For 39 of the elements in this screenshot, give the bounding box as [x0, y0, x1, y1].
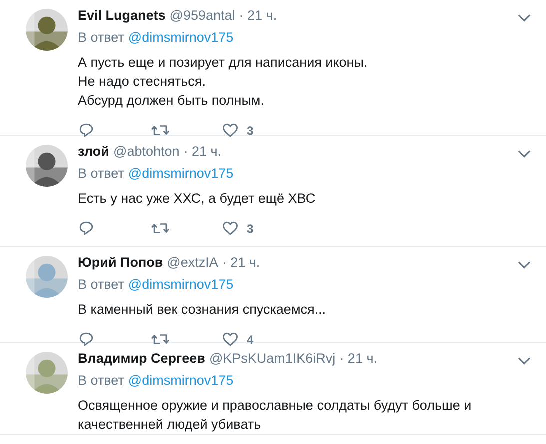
timestamp[interactable]: · 21 ч. — [222, 255, 260, 270]
mention-link[interactable]: @dimsmirnov175 — [128, 373, 234, 388]
tweet-text: Абсурд должен быть полным. — [78, 92, 266, 110]
chevron-icon[interactable] — [518, 357, 531, 365]
heart-icon[interactable] — [222, 220, 239, 237]
heart-icon[interactable] — [222, 331, 239, 348]
timestamp[interactable]: · 21 ч. — [340, 351, 378, 366]
user-handle[interactable]: @abtohton — [113, 144, 180, 159]
user-name[interactable]: Evil Luganets — [78, 8, 166, 23]
user-name[interactable]: Юрий Попов — [78, 255, 164, 270]
reply-icon[interactable] — [78, 331, 95, 348]
like-count: 3 — [247, 124, 254, 138]
mention-link[interactable]: @dimsmirnov175 — [128, 30, 234, 45]
reply-icon[interactable] — [78, 220, 95, 237]
timestamp[interactable]: · 21 ч. — [184, 144, 222, 159]
chevron-icon[interactable] — [518, 14, 531, 22]
user-handle[interactable]: @extzIA — [167, 255, 218, 270]
reply-label: В ответ — [78, 277, 124, 292]
user-handle[interactable]: @KPsKUam1IK6iRvj — [209, 351, 336, 366]
reply-label: В ответ — [78, 30, 124, 45]
tweet-text: А пусть еще и позирует для написания иконы. — [78, 54, 369, 72]
tweet-text: Не надо стесняться. — [78, 73, 207, 91]
chevron-icon[interactable] — [518, 261, 531, 269]
mention-link[interactable]: @dimsmirnov175 — [128, 166, 234, 181]
like-count: 3 — [247, 222, 254, 236]
tweet-text: В каменный век сознания спускаемся... — [78, 301, 328, 319]
mention-link[interactable]: @dimsmirnov175 — [128, 277, 234, 292]
reply-label: В ответ — [78, 373, 124, 388]
like-count: 4 — [247, 332, 254, 346]
tweet-text: Освященное оружие и православные солдаты будут больше и качественней людей убивать — [78, 397, 473, 434]
tweet-text: Есть у нас уже ХХС, а будет ещё ХВС — [78, 190, 317, 208]
heart-icon[interactable] — [222, 122, 239, 139]
timestamp[interactable]: · 21 ч. — [239, 8, 278, 23]
reply-icon[interactable] — [78, 122, 95, 139]
user-name[interactable]: Владимир Сергеев — [78, 351, 206, 366]
user-name[interactable]: злой — [78, 144, 110, 159]
chevron-icon[interactable] — [518, 150, 531, 158]
reply-label: В ответ — [78, 166, 124, 181]
user-handle[interactable]: @959antal — [170, 8, 236, 23]
